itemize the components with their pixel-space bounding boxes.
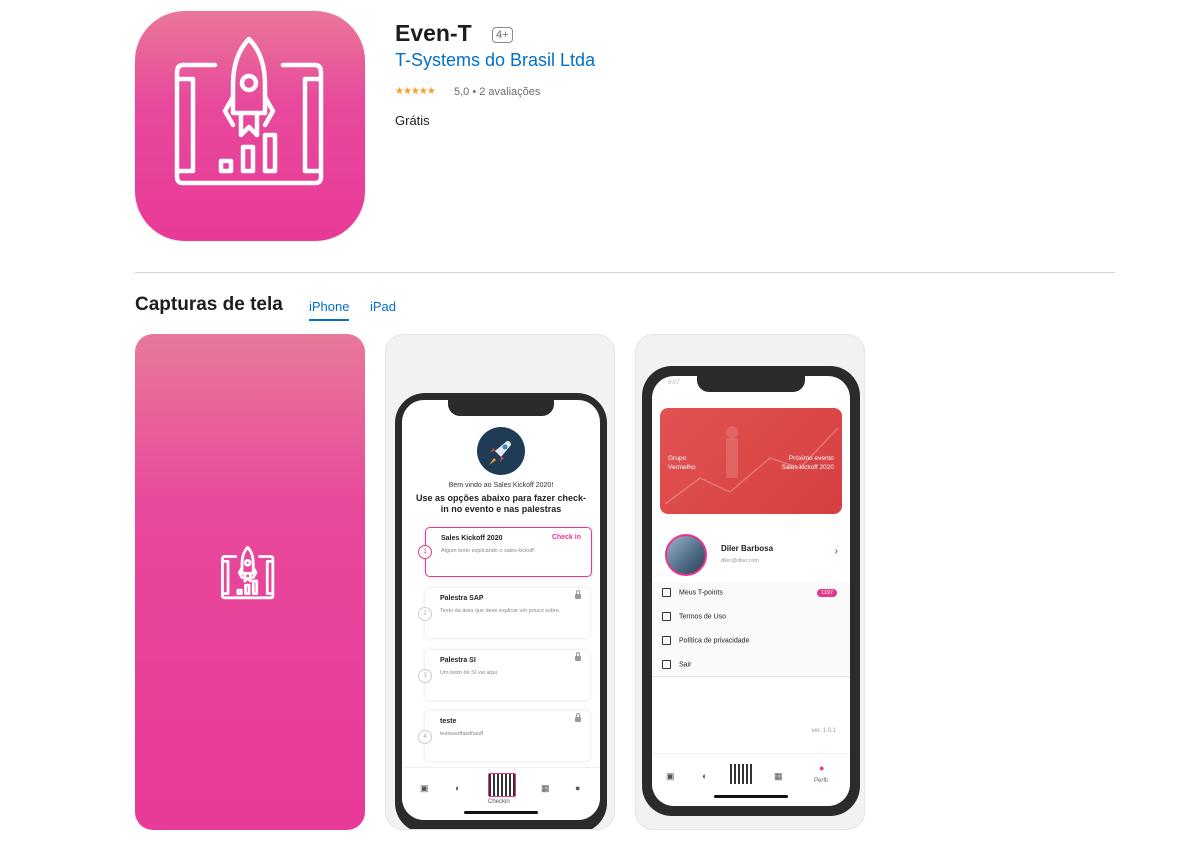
- speaker-icon[interactable]: ◐: [702, 771, 707, 781]
- status-time: 8:57: [668, 380, 680, 386]
- card-desc: Texto da área que deve explicar um pouco…: [440, 608, 561, 614]
- card-desc: testeasdfasdfasdf: [440, 731, 484, 737]
- app-version: ver. 1.0.1: [811, 728, 836, 734]
- logout-icon: [662, 660, 671, 669]
- card-title: Sales Kickoff 2020: [441, 535, 503, 542]
- developer-link[interactable]: T-Systems do Brasil Ltda: [395, 50, 595, 71]
- step-number: 1: [418, 545, 432, 559]
- talk-card[interactable]: 2 Palestra SAP Texto da área que deve ex…: [418, 588, 590, 638]
- next-event-label: Próximo evento Sales kickoff 2020: [781, 455, 834, 471]
- speaker-icon[interactable]: ◐: [455, 783, 460, 793]
- tpoints-badge: 1197: [817, 589, 837, 597]
- group-label: Grupo Vermelho: [668, 455, 696, 471]
- phone-frame: 8:57 Grupo Vermelho Próximo evento Sales…: [642, 366, 860, 816]
- phone-screen: Bem vindo ao Sales Kickoff 2020! Use as …: [402, 400, 600, 820]
- home-indicator: [464, 811, 538, 814]
- rating-text: 5,0 • 2 avaliações: [454, 86, 541, 98]
- tab-profile-label: Perfil: [814, 778, 828, 784]
- section-title: Capturas de tela: [135, 294, 283, 315]
- phone-notch: [697, 376, 805, 392]
- qrcode-icon[interactable]: ▦: [774, 771, 783, 782]
- phone-frame: Bem vindo ao Sales Kickoff 2020! Use as …: [395, 393, 607, 829]
- group-card[interactable]: Grupo Vermelho Próximo evento Sales kick…: [660, 408, 842, 514]
- qrcode-icon[interactable]: ▦: [541, 783, 550, 794]
- event-card[interactable]: 1 Sales Kickoff 2020 Algum texto explica…: [418, 527, 592, 577]
- card-title: teste: [440, 718, 457, 725]
- barcode-icon[interactable]: [730, 764, 754, 784]
- star-box-icon: [662, 588, 671, 597]
- step-number: 4: [418, 730, 432, 744]
- lock-icon: [575, 713, 581, 722]
- chevron-right-icon[interactable]: ›: [835, 546, 838, 557]
- price: Grátis: [395, 113, 430, 128]
- tab-bar: ▣ ◐ ▦ ● Perfil: [652, 753, 850, 806]
- menu-item-terms[interactable]: Termos de Uso: [662, 612, 726, 621]
- lock-icon: [575, 652, 581, 661]
- headline: Use as opções abaixo para fazer check-in…: [415, 493, 587, 514]
- screenshot-profile[interactable]: 8:57 Grupo Vermelho Próximo evento Sales…: [635, 334, 865, 830]
- card-desc: Algum texto explicando o sales kickoff.: [441, 548, 536, 554]
- tab-bar: ▣ ◐ Checkin ▦ ●: [402, 767, 600, 820]
- divider: [135, 272, 1115, 273]
- home-indicator: [714, 795, 788, 798]
- card-title: Palestra SAP: [440, 595, 484, 602]
- barcode-icon[interactable]: [488, 773, 516, 797]
- card-title: Palestra SI: [440, 657, 476, 664]
- rocket-logo-icon: [477, 427, 525, 475]
- welcome-text: Bem vindo ao Sales Kickoff 2020!: [448, 482, 554, 489]
- checkin-button[interactable]: Check in: [552, 534, 581, 541]
- app-icon: [135, 11, 365, 241]
- tab-checkin-label: Checkin: [488, 799, 510, 805]
- profile-email: diler@diler.com: [721, 558, 759, 564]
- phone-screen: 8:57 Grupo Vermelho Próximo evento Sales…: [652, 376, 850, 806]
- phone-notch: [448, 400, 554, 416]
- menu-item-privacy[interactable]: Política de privacidade: [662, 636, 749, 645]
- calendar-icon[interactable]: ▣: [420, 783, 429, 794]
- age-rating-badge: 4+: [492, 27, 513, 43]
- profile-icon[interactable]: ●: [819, 763, 824, 773]
- rating-stars-icon: ★★★★★: [395, 86, 436, 97]
- privacy-icon: [662, 636, 671, 645]
- menu-divider: [652, 676, 850, 677]
- tab-ipad[interactable]: iPad: [370, 299, 396, 319]
- tab-iphone[interactable]: iPhone: [309, 299, 350, 321]
- app-title: Even-T: [395, 20, 472, 46]
- menu-item-logout[interactable]: Sair: [662, 660, 691, 669]
- screenshot-splash[interactable]: [135, 334, 365, 830]
- talk-card[interactable]: 4 teste testeasdfasdfasdf: [418, 711, 590, 761]
- profile-icon[interactable]: ●: [575, 783, 580, 793]
- step-number: 3: [418, 669, 432, 683]
- menu-item-tpoints[interactable]: Meus T-points: [662, 588, 723, 597]
- profile-name: Diler Barbosa: [721, 544, 774, 553]
- card-desc: Um texto de SI vai aqui.: [440, 670, 499, 676]
- rocket-chart-icon: [221, 546, 275, 600]
- rocket-chart-icon: [174, 36, 324, 186]
- talk-card[interactable]: 3 Palestra SI Um texto de SI vai aqui.: [418, 650, 590, 700]
- screenshot-checkin[interactable]: Bem vindo ao Sales Kickoff 2020! Use as …: [385, 334, 615, 830]
- step-number: 2: [418, 607, 432, 621]
- calendar-icon[interactable]: ▣: [666, 771, 675, 782]
- avatar[interactable]: [665, 534, 707, 576]
- document-icon: [662, 612, 671, 621]
- lock-icon: [575, 590, 581, 599]
